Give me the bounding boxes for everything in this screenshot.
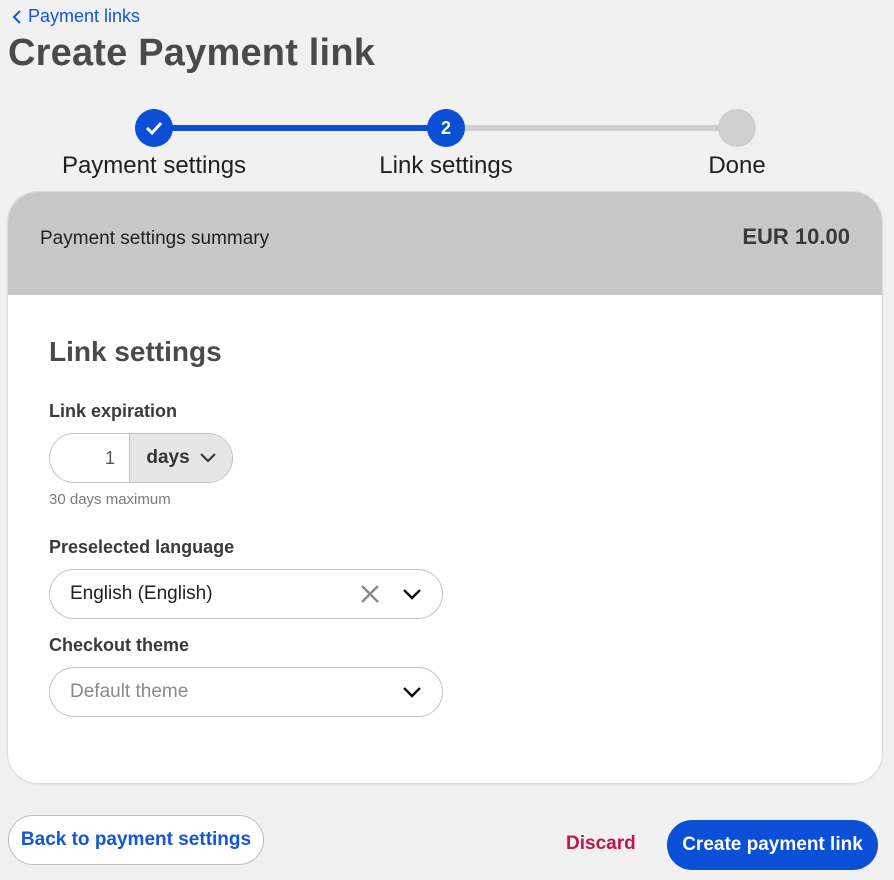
step-label-link-settings: Link settings bbox=[379, 152, 513, 179]
payment-summary-bar[interactable]: Payment settings summary EUR 10.00 bbox=[8, 192, 882, 295]
expiration-number-input[interactable] bbox=[50, 434, 129, 482]
back-to-payment-settings-button[interactable]: Back to payment settings bbox=[8, 815, 264, 865]
chevron-down-icon bbox=[199, 453, 216, 463]
step-2-indicator: 2 bbox=[427, 109, 465, 147]
chevron-down-icon[interactable] bbox=[398, 580, 426, 608]
step-connector-upcoming bbox=[446, 125, 737, 131]
expiration-unit-value: days bbox=[146, 447, 190, 468]
step-label-done: Done bbox=[708, 152, 766, 179]
language-select[interactable]: English (English) bbox=[49, 569, 443, 619]
stepper: 2 Payment settings Link settings Done bbox=[0, 106, 894, 186]
clear-icon[interactable] bbox=[356, 580, 384, 608]
step-connector-completed bbox=[154, 125, 446, 131]
language-value: English (English) bbox=[70, 583, 213, 604]
create-payment-link-button[interactable]: Create payment link bbox=[667, 820, 878, 870]
checkout-theme-label: Checkout theme bbox=[49, 635, 190, 655]
chevron-left-icon bbox=[12, 9, 21, 24]
discard-button[interactable]: Discard bbox=[566, 833, 636, 855]
link-expiration-label: Link expiration bbox=[49, 401, 178, 421]
expiration-hint: 30 days maximum bbox=[49, 491, 171, 508]
theme-placeholder: Default theme bbox=[70, 681, 189, 702]
breadcrumb[interactable]: Payment links bbox=[12, 6, 140, 27]
breadcrumb-label: Payment links bbox=[28, 6, 141, 26]
step-3-indicator bbox=[718, 109, 756, 147]
preselected-language-label: Preselected language bbox=[49, 537, 235, 557]
step-1-indicator bbox=[135, 109, 173, 147]
page-title: Create Payment link bbox=[8, 32, 376, 74]
summary-amount: EUR 10.00 bbox=[742, 224, 850, 249]
chevron-down-icon[interactable] bbox=[398, 678, 426, 706]
expiration-unit-select[interactable]: days bbox=[129, 434, 232, 482]
check-icon bbox=[145, 121, 163, 136]
step-label-payment-settings: Payment settings bbox=[61, 152, 247, 179]
summary-title: Payment settings summary bbox=[40, 228, 270, 249]
section-title: Link settings bbox=[49, 336, 222, 367]
checkout-theme-select[interactable]: Default theme bbox=[49, 667, 443, 717]
link-expiration-field: days bbox=[49, 433, 233, 483]
link-settings-card: Payment settings summary EUR 10.00 Link … bbox=[8, 192, 882, 783]
